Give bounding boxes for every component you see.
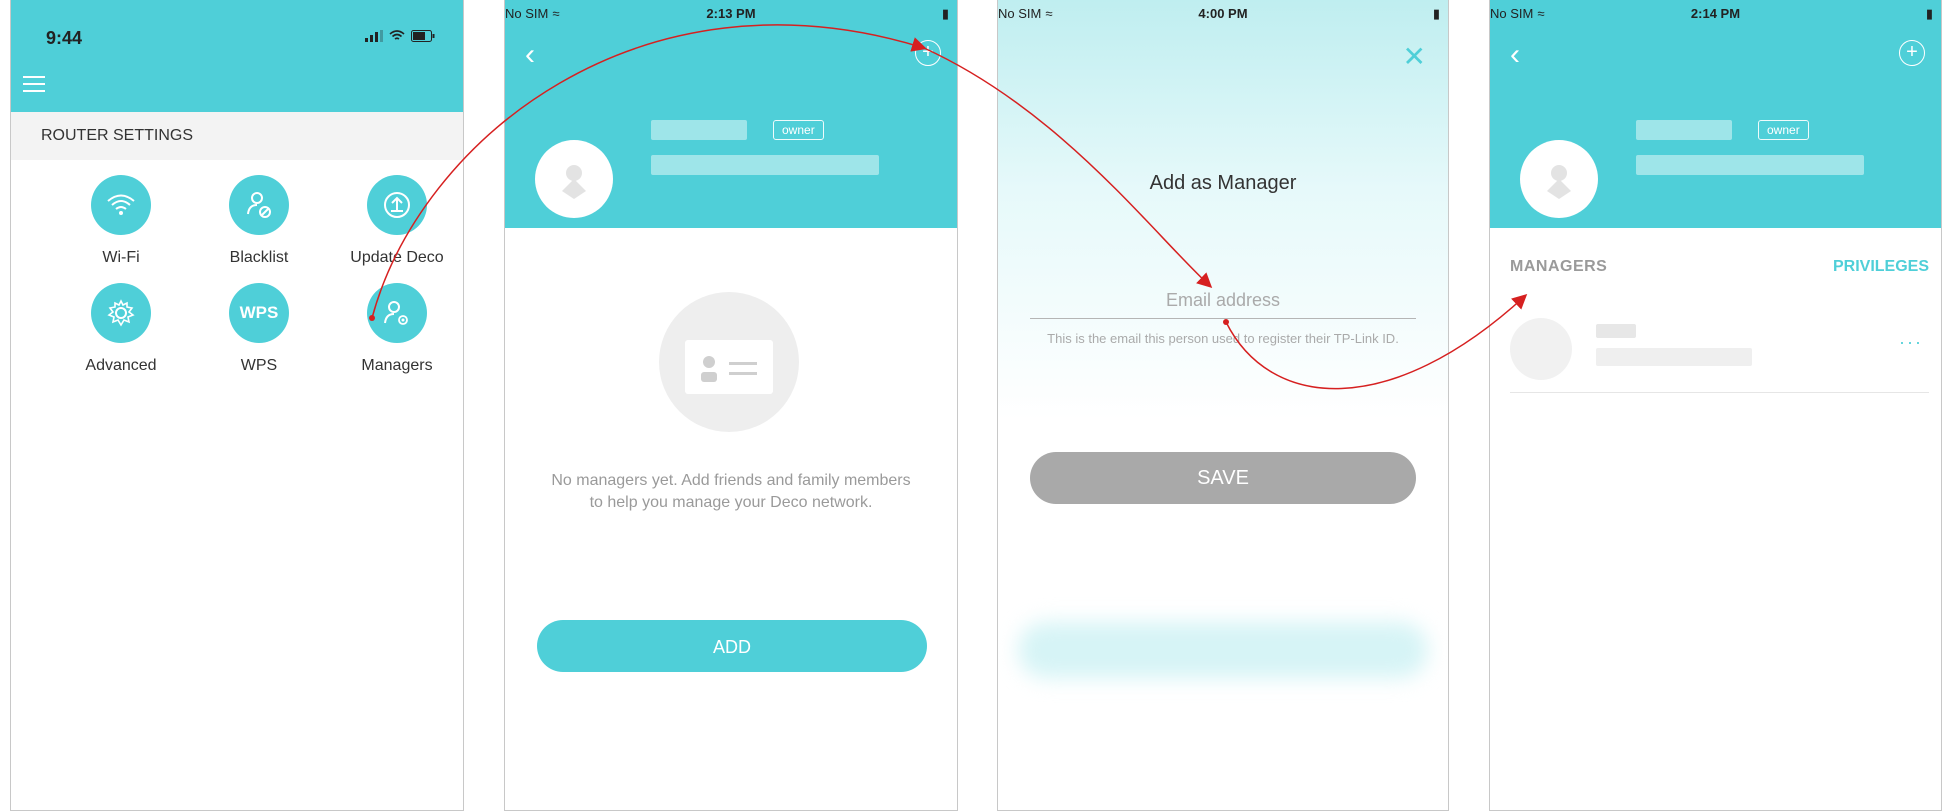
- avatar: [1510, 318, 1572, 380]
- add-manager-icon[interactable]: +: [1899, 40, 1925, 66]
- battery-icon: ▮: [1925, 6, 1933, 21]
- screen-managers-list: No SIM ≈ 2:14 PM ▮ ‹ + owner MANAGERS PRI…: [1489, 0, 1942, 811]
- tile-wifi[interactable]: Wi-Fi: [51, 175, 191, 267]
- owner-avatar: [535, 140, 613, 218]
- close-icon[interactable]: ✕: [1403, 40, 1426, 73]
- managers-icon: [367, 283, 427, 343]
- screen-router-settings: 9:44 ROUTER SETTINGS Wi-Fi Blacklist Upd…: [10, 0, 464, 811]
- tile-blacklist[interactable]: Blacklist: [189, 175, 329, 267]
- tile-label: Advanced: [85, 357, 157, 374]
- status-icons: [365, 30, 435, 42]
- owner-email-blurred: [651, 155, 879, 175]
- back-icon[interactable]: ‹: [525, 38, 535, 72]
- status-bar: No SIM ≈ 2:14 PM ▮: [1490, 0, 1941, 42]
- tile-label: WPS: [240, 357, 278, 374]
- tile-update-deco[interactable]: Update Deco: [327, 175, 463, 267]
- menu-icon[interactable]: [23, 76, 45, 97]
- privileges-link[interactable]: PRIVILEGES: [1833, 258, 1929, 276]
- tile-label: Managers: [361, 357, 433, 374]
- tile-advanced[interactable]: Advanced: [51, 283, 191, 375]
- id-card-icon: [685, 340, 773, 394]
- tile-managers[interactable]: Managers: [327, 283, 463, 375]
- owner-email-blurred: [1636, 155, 1864, 175]
- upload-icon: [367, 175, 427, 235]
- signal-icon: [365, 30, 383, 42]
- section-title: ROUTER SETTINGS: [11, 112, 463, 160]
- owner-name-blurred: [651, 120, 747, 140]
- header-background: [998, 0, 1448, 420]
- status-time: 4:00 PM: [1198, 6, 1248, 21]
- tile-label: Wi-Fi: [102, 249, 140, 266]
- blacklist-icon: [229, 175, 289, 235]
- dialog-title: Add as Manager: [1149, 172, 1297, 194]
- battery-icon: ▮: [941, 6, 949, 21]
- email-field[interactable]: [1030, 282, 1416, 319]
- save-button[interactable]: SAVE: [1030, 452, 1416, 504]
- status-time: 2:13 PM: [706, 6, 756, 21]
- tile-label: Blacklist: [229, 249, 289, 266]
- owner-badge: owner: [1758, 120, 1809, 140]
- decorative-glow: [1018, 622, 1428, 678]
- gear-icon: [91, 283, 151, 343]
- back-icon[interactable]: ‹: [1510, 38, 1520, 72]
- email-hint: This is the email this person used to re…: [1047, 331, 1399, 346]
- tile-label: Update Deco: [350, 249, 444, 266]
- status-time: 2:14 PM: [1690, 6, 1741, 21]
- managers-header: MANAGERS: [1510, 258, 1608, 275]
- status-bar: No SIM ≈ 4:00 PM ▮: [998, 0, 1448, 42]
- user-icon: [562, 165, 586, 199]
- wps-icon: WPS: [229, 283, 289, 343]
- battery-icon: ▮: [1432, 6, 1440, 21]
- screen-add-manager: No SIM≈ 4:00 PM ▮ ✕ Add as Manager This …: [997, 0, 1449, 811]
- owner-name-blurred: [1636, 120, 1732, 140]
- wifi-status-icon: [389, 30, 405, 40]
- status-time: 9:44: [46, 28, 83, 48]
- battery-icon: [411, 30, 435, 42]
- manager-email-blurred: [1596, 348, 1752, 366]
- empty-message: No managers yet. Add friends and family …: [551, 472, 911, 511]
- tile-wps[interactable]: WPS WPS: [189, 283, 329, 375]
- screen-managers-empty: No SIM ≈ 2:13 PM ▮ ‹ + owner No managers …: [504, 0, 958, 811]
- add-manager-icon[interactable]: +: [915, 40, 941, 66]
- manager-name-blurred: [1596, 324, 1636, 338]
- top-bar: [11, 0, 463, 112]
- user-icon: [1547, 165, 1571, 199]
- owner-avatar: [1520, 140, 1598, 218]
- more-icon[interactable]: ···: [1899, 332, 1923, 353]
- wifi-icon: [91, 175, 151, 235]
- add-button[interactable]: ADD: [537, 620, 927, 672]
- list-item[interactable]: ···: [1510, 310, 1929, 393]
- status-bar: No SIM ≈ 2:13 PM ▮: [505, 0, 957, 42]
- owner-badge: owner: [773, 120, 824, 140]
